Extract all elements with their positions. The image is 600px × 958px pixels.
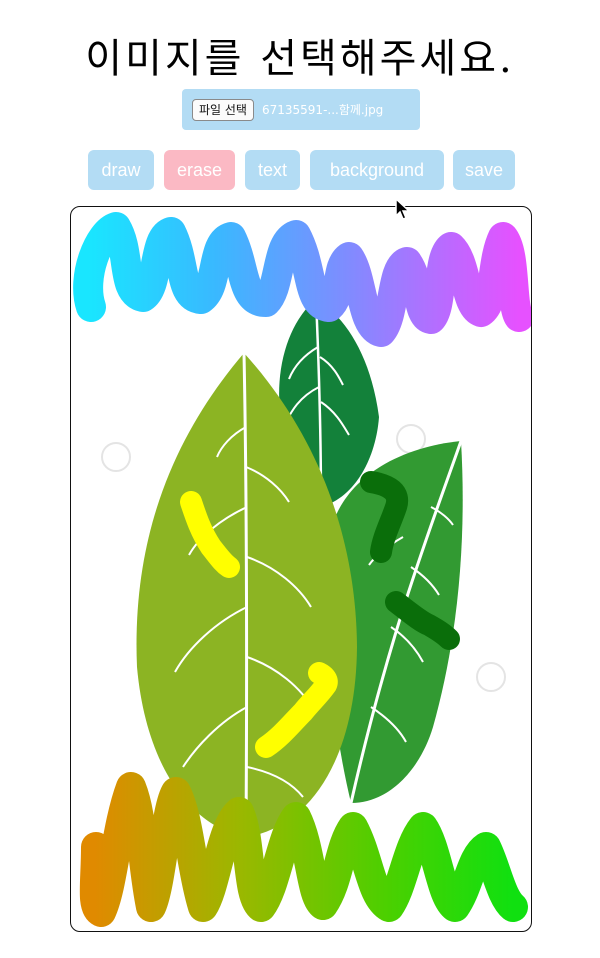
toolbar: draw erase text background save	[0, 150, 600, 190]
background-button[interactable]: background	[310, 150, 444, 190]
text-button[interactable]: text	[245, 150, 300, 190]
erase-button[interactable]: erase	[164, 150, 235, 190]
drawing-canvas[interactable]	[70, 206, 532, 932]
save-button[interactable]: save	[453, 150, 515, 190]
mouse-pointer-icon	[395, 198, 411, 220]
page-title: 이미지를 선택해주세요.	[85, 36, 515, 82]
selected-file-name: 67135591-...함께.jpg	[261, 103, 384, 117]
leaves-image	[73, 212, 531, 927]
draw-button[interactable]: draw	[88, 150, 154, 190]
file-input[interactable]: 파일 선택 67135591-...함께.jpg	[182, 89, 420, 130]
bottom-scribble	[79, 772, 528, 927]
choose-file-button[interactable]: 파일 선택	[192, 98, 254, 121]
